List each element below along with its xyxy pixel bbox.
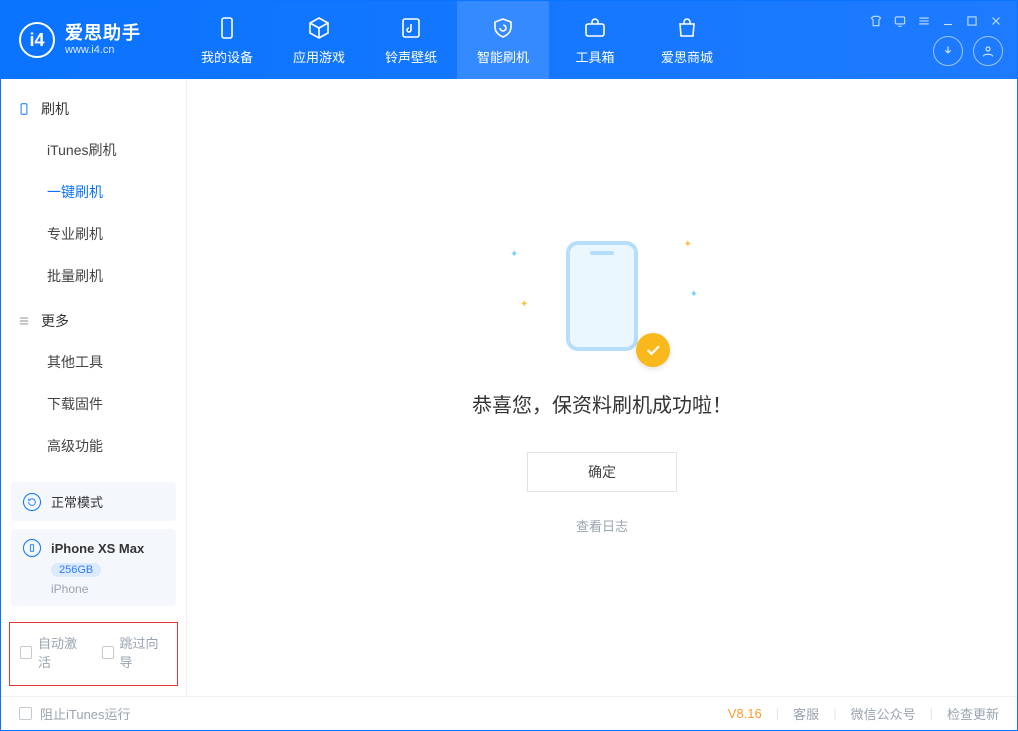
- view-log-link[interactable]: 查看日志: [576, 516, 628, 535]
- sidebar-item-other-tools[interactable]: 其他工具: [1, 341, 186, 383]
- checkbox-icon: [19, 707, 32, 720]
- phone-icon: [566, 241, 638, 351]
- tab-label: 工具箱: [575, 47, 614, 66]
- close-icon[interactable]: [989, 14, 1003, 28]
- sparkle-icon: ✦: [520, 299, 528, 310]
- tab-label: 爱思商城: [661, 47, 713, 66]
- checkbox-block-itunes[interactable]: 阻止iTunes运行: [19, 704, 131, 723]
- tab-store[interactable]: 爱思商城: [641, 1, 733, 79]
- tab-my-device[interactable]: 我的设备: [181, 1, 273, 79]
- tab-label: 我的设备: [201, 47, 253, 66]
- separator: |: [776, 706, 779, 721]
- refresh-icon: [23, 493, 41, 511]
- sidebar-item-onekey-flash[interactable]: 一键刷机: [1, 171, 186, 213]
- tab-label: 铃声壁纸: [385, 47, 437, 66]
- sidebar: 刷机 iTunes刷机 一键刷机 专业刷机 批量刷机 更多 其他工具 下载固件 …: [1, 79, 187, 696]
- device-name: iPhone XS Max: [51, 541, 144, 556]
- tshirt-icon[interactable]: [869, 14, 883, 28]
- tab-ringtone-wallpaper[interactable]: 铃声壁纸: [365, 1, 457, 79]
- list-icon: [17, 314, 31, 328]
- shopping-bag-icon: [674, 15, 700, 41]
- checkbox-auto-activate[interactable]: 自动激活: [20, 633, 86, 671]
- app-logo: i4 爱思助手 www.i4.cn: [1, 1, 181, 79]
- sidebar-group-more: 更多: [1, 297, 186, 341]
- logo-icon: i4: [19, 22, 55, 58]
- status-bar: 阻止iTunes运行 V8.16 | 客服 | 微信公众号 | 检查更新: [1, 696, 1017, 730]
- tab-label: 应用游戏: [293, 47, 345, 66]
- tab-label: 智能刷机: [477, 47, 529, 66]
- checkbox-icon: [102, 646, 114, 659]
- checkbox-label: 自动激活: [38, 633, 85, 671]
- app-url: www.i4.cn: [65, 44, 141, 57]
- device-mode-label: 正常模式: [51, 492, 103, 511]
- feedback-icon[interactable]: [893, 14, 907, 28]
- checkbox-label: 跳过向导: [120, 633, 167, 671]
- body: 刷机 iTunes刷机 一键刷机 专业刷机 批量刷机 更多 其他工具 下载固件 …: [1, 79, 1017, 696]
- device-icon: [214, 15, 240, 41]
- phone-icon: [17, 102, 31, 116]
- checkbox-skip-guide[interactable]: 跳过向导: [102, 633, 168, 671]
- sidebar-group-flash: 刷机: [1, 85, 186, 129]
- check-update-link[interactable]: 检查更新: [947, 704, 999, 723]
- cube-icon: [306, 15, 332, 41]
- group-label: 刷机: [41, 99, 69, 119]
- shield-refresh-icon: [490, 15, 516, 41]
- menu-icon[interactable]: [917, 14, 931, 28]
- sparkle-icon: ✦: [684, 239, 692, 250]
- tab-apps-games[interactable]: 应用游戏: [273, 1, 365, 79]
- user-button[interactable]: [973, 36, 1003, 66]
- tab-smart-flash[interactable]: 智能刷机: [457, 1, 549, 79]
- version-label: V8.16: [728, 706, 762, 721]
- app-name: 爱思助手: [65, 23, 141, 45]
- checkmark-badge-icon: [636, 333, 670, 367]
- top-bar: i4 爱思助手 www.i4.cn 我的设备 应用游戏 铃声壁纸 智能刷机: [1, 1, 1017, 79]
- device-mode-row[interactable]: 正常模式: [11, 482, 176, 521]
- sidebar-item-advanced[interactable]: 高级功能: [1, 425, 186, 467]
- tab-toolbox[interactable]: 工具箱: [549, 1, 641, 79]
- device-storage: 256GB: [51, 563, 101, 577]
- sparkle-icon: ✦: [510, 249, 518, 260]
- ok-button[interactable]: 确定: [527, 452, 677, 492]
- device-panel: 正常模式 iPhone XS Max 256GB iPhone: [11, 474, 176, 606]
- options-highlight-box: 自动激活 跳过向导: [9, 622, 178, 686]
- minimize-icon[interactable]: [941, 14, 955, 28]
- group-label: 更多: [41, 311, 69, 331]
- separator: |: [833, 706, 836, 721]
- briefcase-icon: [582, 15, 608, 41]
- success-illustration: ✦ ✦ ✦ ✦: [542, 241, 662, 361]
- customer-service-link[interactable]: 客服: [793, 704, 819, 723]
- separator: |: [930, 706, 933, 721]
- sidebar-item-batch-flash[interactable]: 批量刷机: [1, 255, 186, 297]
- success-message: 恭喜您，保资料刷机成功啦！: [472, 389, 732, 418]
- phone-outline-icon: [23, 539, 41, 557]
- sidebar-item-itunes-flash[interactable]: iTunes刷机: [1, 129, 186, 171]
- window-controls: [869, 14, 1003, 28]
- device-info-row[interactable]: iPhone XS Max 256GB iPhone: [11, 529, 176, 606]
- maximize-icon[interactable]: [965, 14, 979, 28]
- main-tabs: 我的设备 应用游戏 铃声壁纸 智能刷机 工具箱 爱思商城: [181, 1, 869, 79]
- sparkle-icon: ✦: [690, 289, 698, 300]
- window-controls-area: [869, 1, 1017, 79]
- music-note-icon: [398, 15, 424, 41]
- checkbox-label: 阻止iTunes运行: [40, 704, 131, 723]
- main-content: ✦ ✦ ✦ ✦ 恭喜您，保资料刷机成功啦！ 确定 查看日志: [187, 79, 1017, 696]
- wechat-link[interactable]: 微信公众号: [851, 704, 916, 723]
- sidebar-item-pro-flash[interactable]: 专业刷机: [1, 213, 186, 255]
- sidebar-item-download-firmware[interactable]: 下载固件: [1, 383, 186, 425]
- checkbox-icon: [20, 646, 32, 659]
- app-window: i4 爱思助手 www.i4.cn 我的设备 应用游戏 铃声壁纸 智能刷机: [0, 0, 1018, 731]
- download-button[interactable]: [933, 36, 963, 66]
- device-type: iPhone: [23, 582, 88, 596]
